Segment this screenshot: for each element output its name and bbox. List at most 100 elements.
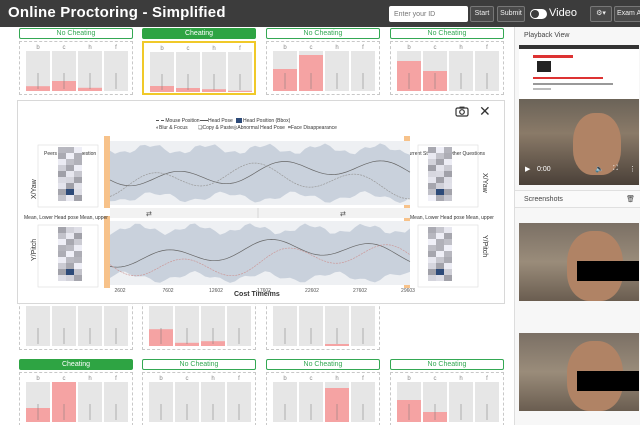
bar-chart-svg: bchf (26, 45, 128, 91)
heatmap-cell (74, 177, 82, 183)
cheat-label[interactable]: No Cheating (266, 28, 380, 39)
heatmap-cell (444, 245, 452, 251)
heatmap-cell (74, 189, 82, 195)
heatmap-cell (58, 263, 66, 269)
cheat-label[interactable]: No Cheating (266, 359, 380, 370)
category-tick: b (159, 376, 163, 382)
heatmap-cell (74, 195, 82, 201)
id-input[interactable] (389, 6, 468, 22)
screenshot-thumb[interactable] (519, 333, 639, 411)
behavior-bar-chart: bchf (266, 41, 380, 95)
play-icon[interactable]: ▶ (525, 165, 530, 173)
playback-video[interactable]: ▶ 0:00 🔈 ⛶ ⋮ (519, 45, 639, 185)
question-card[interactable]: No Cheating b c h f (19, 28, 133, 95)
category-tick: f (362, 376, 364, 382)
app-title: Online Proctoring - Simplified (8, 4, 226, 21)
question-card[interactable]: No Cheating b c h f (266, 28, 380, 95)
heatmap-cell (436, 153, 444, 159)
heatmap-cell (436, 263, 444, 269)
heatmap-cell (436, 233, 444, 239)
heatmap-cell (428, 257, 436, 263)
bar (228, 90, 252, 92)
x-tick-label: 2602 (114, 288, 125, 294)
y-label-bottom-right: Y/Pitch (481, 235, 488, 258)
category-tick: f (486, 376, 488, 382)
question-card[interactable]: No Cheating b c h f (390, 359, 504, 425)
fullscreen-icon[interactable]: ⛶ (613, 165, 618, 173)
exam-dropdown[interactable]: Exam A ▾ (614, 6, 640, 22)
heatmap-cell (74, 153, 82, 159)
heatmap-cell (428, 239, 436, 245)
heatmap-cell (436, 195, 444, 201)
heatmap-cell (428, 147, 436, 153)
heatmap-cell (436, 171, 444, 177)
heatmap-cell (66, 171, 74, 177)
heatmap-cell (74, 245, 82, 251)
bar-chart-svg: bchf (273, 376, 375, 422)
video-toggle[interactable] (530, 9, 547, 19)
heatmap-cell (428, 183, 436, 189)
screenshot-thumb[interactable] (519, 223, 639, 301)
bar-chart-svg: bchf (273, 45, 375, 91)
x-tick-label: 22602 (305, 288, 319, 294)
mid-left-label: Mean, Lower Head pose Mean, upper (24, 215, 108, 221)
start-button[interactable]: Start (470, 6, 494, 22)
question-card[interactable]: No Cheating b c h f (266, 359, 380, 425)
category-tick: b (160, 46, 164, 52)
more-icon[interactable]: ⋮ (629, 165, 636, 173)
category-tick: c (310, 376, 313, 382)
heatmap-cell (74, 147, 82, 153)
heatmap-cell (58, 195, 66, 201)
cheat-label[interactable]: No Cheating (390, 359, 504, 370)
category-tick: b (283, 45, 287, 51)
trash-icon[interactable]: 🗑 (626, 191, 635, 209)
redaction-box (577, 371, 639, 391)
heatmap-cell (66, 195, 74, 201)
heatmap-cell (436, 269, 444, 275)
detail-chart: ⇄ ⇄2602 7602 12602 17602 22602 27602 29603 (37, 136, 479, 294)
settings-dropdown[interactable]: ⚙▾ (590, 6, 612, 22)
heatmap-cell (58, 147, 66, 153)
heatmap-cell (74, 171, 82, 177)
heatmap-cell (428, 275, 436, 281)
heatmap-cell (428, 245, 436, 251)
heatmap-cell (436, 177, 444, 183)
heatmap-cell (444, 147, 452, 153)
cheat-label[interactable]: Cheating (142, 28, 256, 39)
behavior-bar-chart: bchf (142, 372, 256, 425)
category-tick: f (239, 46, 241, 52)
question-card[interactable]: Cheating b c h f (142, 28, 256, 95)
question-card[interactable]: No Cheating b c h f (142, 359, 256, 425)
heatmap-cell (66, 227, 74, 233)
heatmap-cell (444, 189, 452, 195)
behavior-bar-chart: bchf (266, 372, 380, 425)
cheat-label[interactable]: Cheating (19, 359, 133, 370)
category-tick: h (335, 45, 338, 51)
heatmap-cell (58, 159, 66, 165)
question-card[interactable]: Cheating b c h f (19, 359, 133, 425)
question-card[interactable]: No Cheating b c h f (390, 28, 504, 95)
heatmap-cell (66, 245, 74, 251)
heatmap-cell (444, 233, 452, 239)
volume-icon[interactable]: 🔈 (595, 165, 604, 173)
boundary-bar (104, 136, 110, 208)
cheat-label[interactable]: No Cheating (390, 28, 504, 39)
heatmap-cell (74, 251, 82, 257)
video-time: 0:00 (537, 166, 551, 173)
heatmap-cell (444, 257, 452, 263)
x-tick-label: 27602 (353, 288, 367, 294)
bar-chart-svg: bchf (150, 46, 252, 92)
heatmap-cell (436, 159, 444, 165)
category-tick: h (88, 45, 91, 51)
category-tick: f (486, 45, 488, 51)
behavior-bar-chart: bchf (390, 41, 504, 95)
cheat-label[interactable]: No Cheating (19, 28, 133, 39)
main-area: No Cheating b c h f Cheating b c h f No Cheating b c… (0, 27, 514, 425)
cheat-label[interactable]: No Cheating (142, 359, 256, 370)
category-tick: c (187, 46, 190, 52)
submit-button[interactable]: Submit (497, 6, 525, 22)
heatmap-cell (66, 275, 74, 281)
heatmap-cell (58, 275, 66, 281)
category-tick: f (115, 376, 117, 382)
heatmap-cell (58, 233, 66, 239)
